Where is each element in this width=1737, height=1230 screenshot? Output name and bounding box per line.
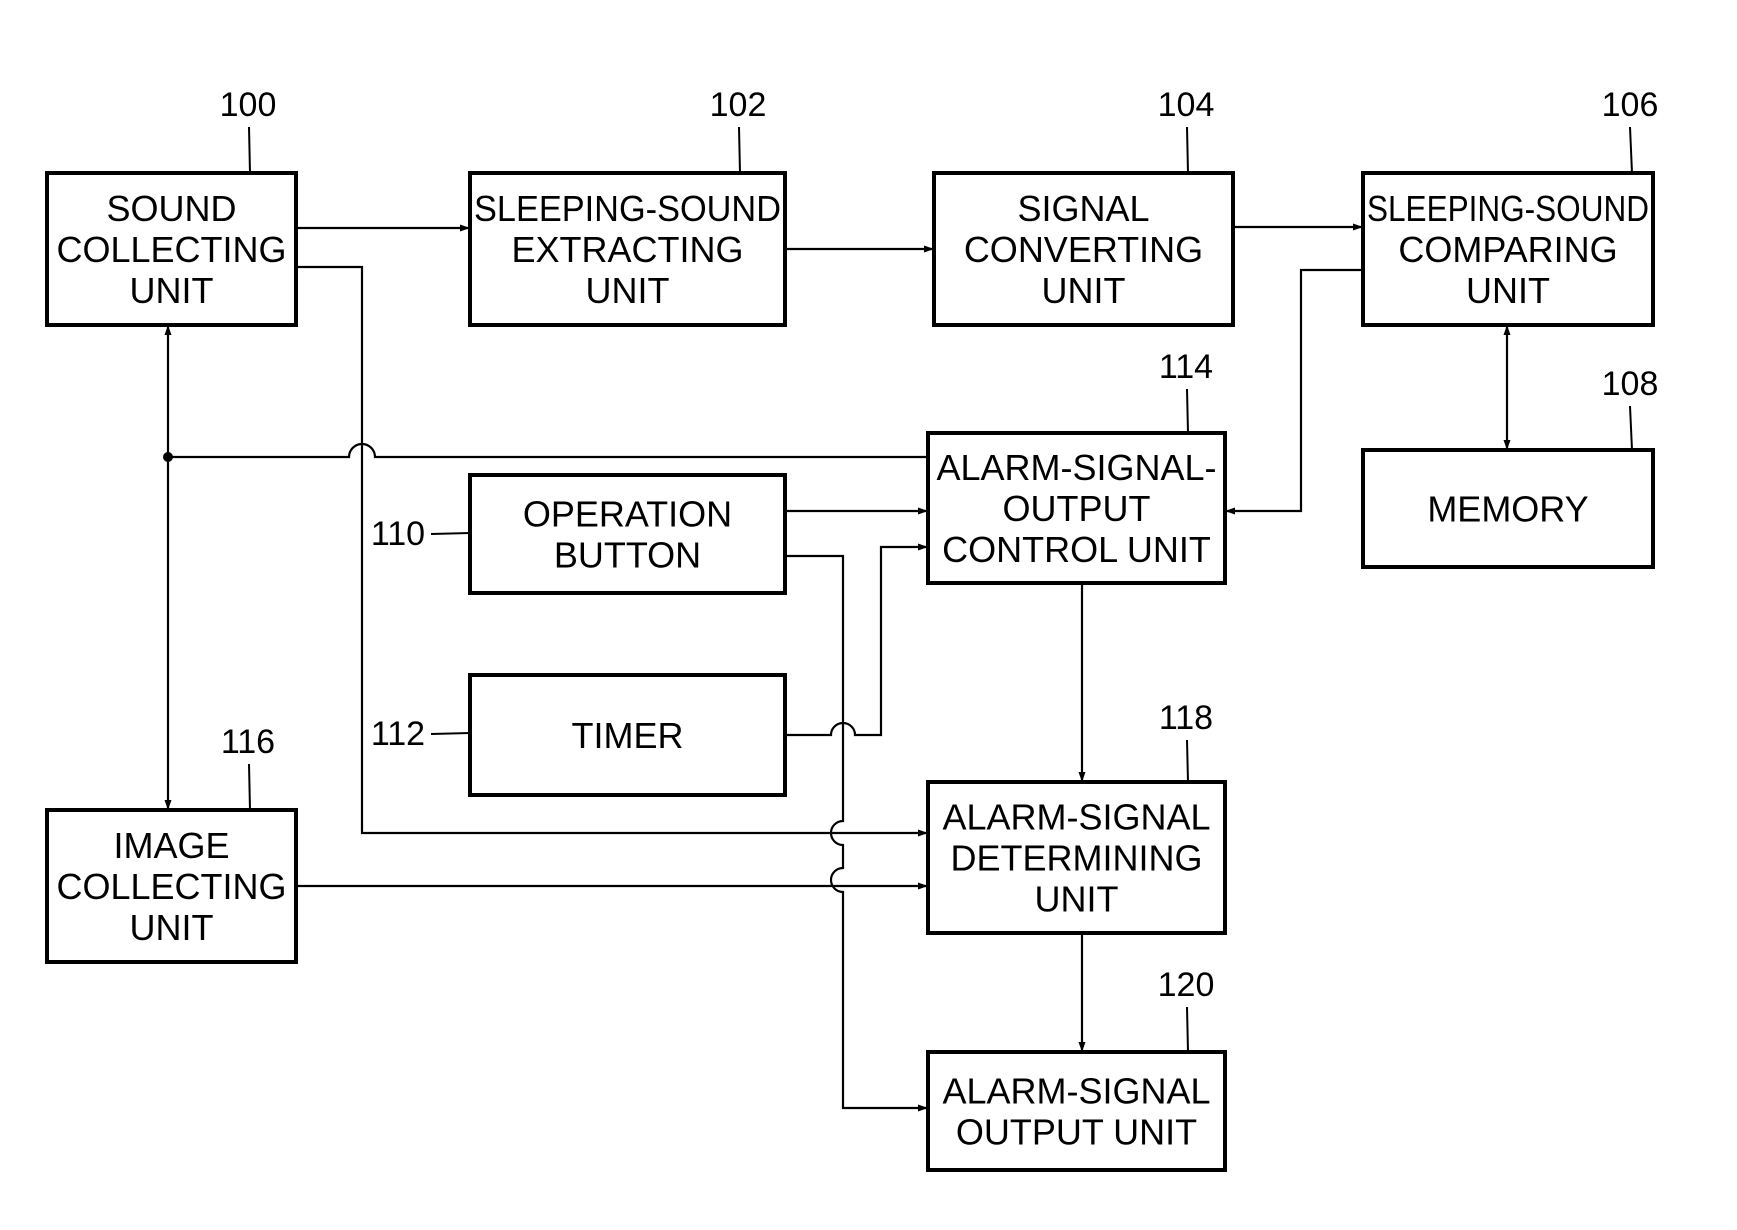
block-112-label-line: TIMER [572,715,684,756]
leader-line-116 [248,763,251,811]
block-114-label-line: ALARM-SIGNAL- [936,447,1216,488]
block-118: ALARM-SIGNALDETERMININGUNIT 118 [926,699,1227,935]
reference-number-104: 104 [1158,86,1215,124]
wire-114-to-bus [168,442,928,459]
junction-dot [163,452,173,462]
block-108-label-line: MEMORY [1427,489,1588,530]
wire-112-to-114 [785,543,928,737]
block-116: IMAGECOLLECTINGUNIT 116 [45,723,298,964]
block-114: ALARM-SIGNAL-OUTPUTCONTROL UNIT 114 [926,348,1227,585]
block-118-label-line: ALARM-SIGNAL [942,797,1210,838]
block-104-label-line: CONVERTING [964,229,1203,270]
block-114-label-line: OUTPUT [1003,488,1151,529]
block-102: SLEEPING-SOUNDEXTRACTINGUNIT 102 [468,86,787,327]
reference-number-108: 108 [1602,365,1659,403]
leader-line-108 [1629,405,1633,451]
block-112: TIMER 112 [371,673,787,797]
block-116-label-line: COLLECTING [56,866,286,907]
reference-number-106: 106 [1602,86,1659,124]
reference-number-116: 116 [221,723,275,761]
reference-number-100: 100 [220,86,277,124]
reference-number-112: 112 [371,715,425,753]
block-100-label-line: SOUND [106,188,236,229]
leader-line-120 [1186,1006,1189,1053]
block-106-label-line: COMPARING [1398,229,1617,270]
block-110-label-line: OPERATION [523,494,732,535]
block-106-label-line: SLEEPING-SOUND [1367,188,1649,229]
block-102-label-line: EXTRACTING [511,229,743,270]
block-116-label-line: UNIT [130,907,214,948]
reference-number-110: 110 [371,515,425,553]
leader-line-112 [430,732,471,735]
block-102-label-line: SLEEPING-SOUND [474,188,781,229]
connectors [163,223,1511,1112]
block-100-label-line: UNIT [130,270,214,311]
leader-line-106 [1629,126,1633,174]
block-106: SLEEPING-SOUNDCOMPARINGUNIT 106 [1361,86,1659,327]
leader-line-110 [430,532,471,535]
reference-number-114: 114 [1159,348,1213,386]
block-108: MEMORY 108 [1361,365,1659,569]
reference-number-118: 118 [1159,699,1213,737]
block-120: ALARM-SIGNALOUTPUT UNIT 120 [926,966,1227,1172]
leader-line-118 [1186,739,1189,783]
block-116-label-line: IMAGE [113,825,229,866]
leader-line-114 [1186,388,1189,434]
block-104-label-line: UNIT [1042,270,1126,311]
block-106-label-line: UNIT [1466,270,1550,311]
block-118-label-line: UNIT [1035,879,1119,920]
leader-line-102 [738,126,741,174]
block-104-label-line: SIGNAL [1017,188,1149,229]
block-diagram: SOUNDCOLLECTINGUNIT100SLEEPING-SOUNDEXTR… [45,86,1659,1172]
block-118-label-line: DETERMINING [951,838,1203,879]
block-100: SOUNDCOLLECTINGUNIT 100 [45,86,298,327]
leader-line-104 [1186,126,1189,174]
leader-line-100 [248,126,251,174]
block-120-label-line: ALARM-SIGNAL [942,1071,1210,1112]
block-102-label-line: UNIT [586,270,670,311]
reference-number-102: 102 [710,86,767,124]
wire-106-to-114 [1225,268,1363,515]
block-100-label-line: COLLECTING [56,229,286,270]
block-104: SIGNALCONVERTINGUNIT 104 [932,86,1235,327]
block-120-label-line: OUTPUT UNIT [956,1112,1197,1153]
block-110: OPERATIONBUTTON 110 [371,473,787,595]
reference-number-120: 120 [1158,966,1215,1004]
block-110-label-line: BUTTON [554,535,701,576]
block-114-label-line: CONTROL UNIT [942,529,1211,570]
